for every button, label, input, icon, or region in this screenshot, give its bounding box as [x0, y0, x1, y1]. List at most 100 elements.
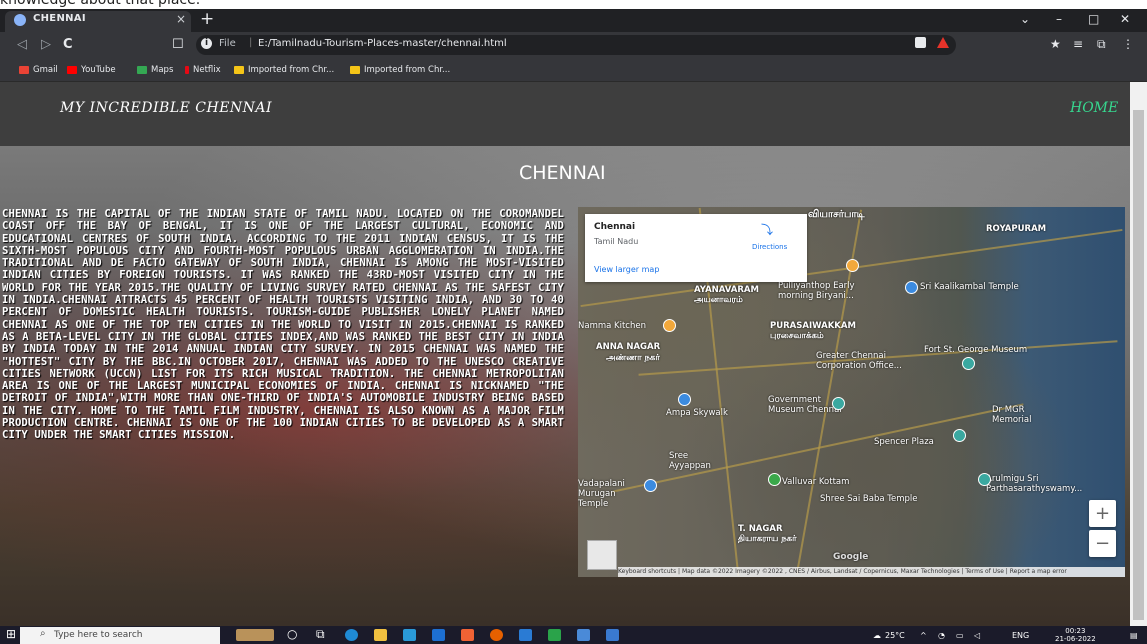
map-place-name: Chennai [594, 222, 636, 232]
search-placeholder: Type here to search [54, 630, 143, 640]
taskbar-search[interactable]: Type here to search [20, 627, 220, 644]
app-icon[interactable] [577, 629, 590, 641]
scrollbar-thumb[interactable] [1133, 110, 1144, 620]
maximize-button[interactable]: □ [1088, 12, 1099, 26]
zoom-in-button[interactable]: + [1089, 500, 1116, 527]
map-pin-icon[interactable] [962, 357, 975, 370]
map-label: Shree Sai Baba Temple [820, 494, 918, 504]
map-pin-icon[interactable] [978, 473, 991, 486]
map-label: Vadapalani Murugan Temple [578, 479, 625, 509]
menu-icon[interactable]: ⋮ [1122, 37, 1134, 51]
temperature[interactable]: 25°C [885, 631, 905, 640]
weather-icon[interactable]: ☁ [873, 631, 881, 640]
map-label: Valluvar Kottam [782, 477, 850, 487]
photos-icon[interactable] [606, 629, 619, 641]
wallet-icon[interactable]: ⧉ [1097, 37, 1106, 52]
task-view-icon[interactable]: ⧉ [316, 627, 325, 642]
windows-start-icon[interactable]: ⊞ [6, 627, 16, 641]
caption-strip: knowledge about that place. [0, 0, 1147, 9]
volume-icon[interactable]: ◁ [974, 631, 980, 640]
map-label: அண்ணா நகர் [606, 353, 660, 363]
youtube-icon [67, 66, 77, 74]
minimize-button[interactable]: – [1056, 12, 1062, 26]
reload-icon[interactable]: C [63, 37, 73, 52]
network-icon[interactable]: ◔ [938, 631, 945, 640]
vscode-icon[interactable] [519, 629, 532, 641]
close-window-button[interactable]: ✕ [1120, 12, 1130, 26]
street-view-thumbnail[interactable] [587, 540, 617, 570]
map-label: Ampa Skywalk [666, 408, 728, 418]
map-pin-icon[interactable] [663, 319, 676, 332]
map-pin-icon[interactable] [644, 479, 657, 492]
language-indicator[interactable]: ENG [1012, 631, 1029, 640]
clock[interactable]: 00:23 21-06-2022 [1055, 627, 1096, 643]
home-link[interactable]: HOME [1070, 100, 1118, 116]
map-label: T. NAGAR [738, 524, 783, 534]
extensions-icon[interactable]: ★ [1050, 37, 1061, 51]
map-pin-icon[interactable] [678, 393, 691, 406]
new-tab-button[interactable]: + [200, 9, 214, 29]
view-larger-map-link[interactable]: View larger map [594, 265, 659, 274]
map-attribution[interactable]: Keyboard shortcuts | Map data ©2022 Imag… [618, 567, 1125, 577]
map-pin-icon[interactable] [953, 429, 966, 442]
battery-icon[interactable]: ▭ [956, 631, 964, 640]
map-label: அயனாவரம் [694, 295, 743, 305]
bookmark-gmail[interactable]: Gmail [19, 65, 58, 75]
firefox-icon[interactable] [490, 629, 503, 641]
bookmark-folder-2[interactable]: Imported from Chr... [350, 65, 450, 75]
mail-icon[interactable] [432, 629, 445, 641]
forward-icon[interactable]: ▷ [41, 37, 51, 52]
city-description: CHENNAI IS THE CAPITAL OF THE INDIAN STA… [2, 208, 564, 442]
bookmark-youtube[interactable]: YouTube [67, 65, 116, 75]
directions-link[interactable]: Directions [752, 243, 787, 251]
site-brand[interactable]: MY INCREDIBLE CHENNAI [60, 100, 272, 116]
map-pin-icon[interactable] [832, 397, 845, 410]
map-label: Pulliyanthop Early morning Biryani... [778, 281, 855, 301]
map-label: AYANAVARAM [694, 285, 759, 295]
folder-icon [234, 66, 244, 74]
bookmark-label: Maps [151, 65, 174, 75]
map-label: Arulmigu Sri Parthasarathyswamy... [986, 474, 1083, 494]
globe-icon [14, 14, 26, 26]
google-logo: Google [833, 552, 869, 562]
map-label: ROYAPURAM [986, 224, 1047, 234]
clock-date: 21-06-2022 [1055, 635, 1096, 643]
tab-close-icon[interactable]: × [176, 12, 186, 26]
store-icon[interactable] [403, 629, 416, 641]
map-label: தியாகராய நகர் [738, 534, 797, 544]
tray-chevron-icon[interactable]: ^ [920, 631, 927, 640]
bookmark-folder-1[interactable]: Imported from Chr... [234, 65, 334, 75]
notifications-icon[interactable]: ▤ [1130, 631, 1138, 640]
netflix-icon [185, 66, 189, 74]
bookmark-maps[interactable]: Maps [137, 65, 173, 75]
file-explorer-icon[interactable] [374, 629, 387, 641]
directions-icon[interactable]: ⤵ [761, 221, 773, 238]
map-pin-icon[interactable] [768, 473, 781, 486]
brave-shield-icon[interactable] [915, 37, 926, 48]
map-label: Dr MGR Memorial [992, 405, 1032, 425]
bookmark-label: Imported from Chr... [364, 65, 451, 75]
weather-doodle-icon[interactable] [236, 629, 274, 641]
bookmark-page-icon[interactable]: ☐ [172, 37, 184, 52]
edge-icon[interactable] [345, 629, 358, 641]
page-title: CHENNAI [519, 162, 606, 184]
map-label: ANNA NAGAR [596, 342, 661, 352]
tab-title: CHENNAI [33, 13, 86, 24]
map-label: Greater Chennai Corporation Office... [816, 351, 902, 371]
gmail-icon [19, 66, 29, 74]
sheets-icon[interactable] [548, 629, 561, 641]
back-icon[interactable]: ◁ [17, 37, 27, 52]
brave-icon[interactable] [461, 629, 474, 641]
bookmark-netflix[interactable]: Netflix [185, 65, 221, 75]
zoom-out-button[interactable]: − [1089, 530, 1116, 557]
map-pin-icon[interactable] [846, 259, 859, 272]
url-text[interactable]: E:/Tamilnadu-Tourism-Places-master/chenn… [258, 38, 507, 49]
cortana-icon[interactable]: ○ [287, 627, 297, 641]
folder-icon [350, 66, 360, 74]
map-pin-icon[interactable] [905, 281, 918, 294]
file-scheme-label: File [219, 38, 236, 49]
reading-list-icon[interactable]: ≡ [1073, 37, 1083, 51]
rewards-icon[interactable] [937, 37, 949, 48]
info-icon[interactable]: i [201, 38, 212, 49]
tab-search-icon[interactable]: ⌄ [1020, 12, 1030, 26]
